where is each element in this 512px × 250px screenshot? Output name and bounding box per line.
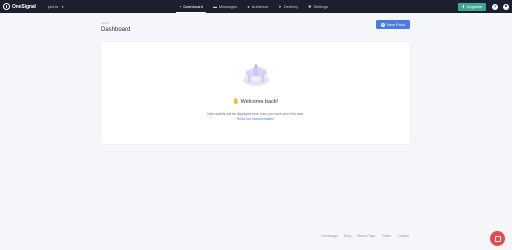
- nav-item-label: Delivery: [283, 4, 299, 9]
- waving-hand-icon: ✋: [232, 99, 240, 105]
- help-icon[interactable]: ?: [492, 3, 498, 10]
- account-icon[interactable]: [503, 3, 509, 10]
- new-push-label: New Push: [386, 22, 406, 27]
- app-name: pixi.io: [47, 4, 59, 9]
- topbar-tools: ⬆ Upgrade ?: [457, 0, 509, 13]
- nav-item-messages[interactable]: ▬ Messages: [210, 0, 240, 13]
- empty-state-note: User activity will be displayed here onc…: [206, 112, 305, 116]
- welcome-illustration: [243, 64, 269, 86]
- send-icon: ➤: [278, 4, 282, 9]
- app-switcher[interactable]: pixi.io ▼: [48, 4, 64, 9]
- users-icon: ●: [247, 4, 250, 9]
- page-title: Dashboard: [101, 27, 131, 33]
- breadcrumb[interactable]: pixi.io: [101, 21, 109, 25]
- nav-item-delivery[interactable]: ➤ Delivery: [275, 0, 301, 13]
- onesignal-logo[interactable]: OneSignal: [3, 3, 36, 10]
- brand-name: OneSignal: [12, 3, 36, 10]
- footer-link-status-page[interactable]: Status Page: [357, 234, 375, 238]
- footer-link-homepage[interactable]: Homepage: [321, 234, 338, 238]
- nav-item-label: Dashboard: [183, 3, 203, 9]
- dashboard-icon: ◔: [179, 3, 182, 9]
- main-nav: ◔ Dashboard ▬ Messages ● Audience ➤ Deli…: [176, 0, 335, 13]
- chat-launcher-button[interactable]: [490, 231, 505, 246]
- upgrade-button[interactable]: ⬆ Upgrade: [457, 2, 486, 11]
- nav-item-audience[interactable]: ● Audience: [244, 0, 271, 13]
- plus-icon: +: [380, 21, 385, 27]
- dashboard-card: ✋Welcome back! User activity will be dis…: [101, 42, 410, 144]
- top-navigation-bar: OneSignal pixi.io ▼ ◔ Dashboard ▬ Messag…: [0, 0, 512, 13]
- onesignal-logo-icon: [3, 3, 10, 10]
- documentation-link[interactable]: Read our documentation: [101, 117, 410, 121]
- nav-item-label: Audience: [251, 4, 269, 9]
- upgrade-label: Upgrade: [466, 4, 482, 9]
- footer-link-twitter[interactable]: Twitter: [381, 234, 391, 238]
- footer-link-contact[interactable]: Contact: [397, 234, 409, 238]
- upgrade-icon: ⬆: [461, 4, 466, 9]
- welcome-heading: ✋Welcome back!: [101, 99, 410, 105]
- nav-item-label: Settings: [313, 4, 328, 9]
- nav-item-dashboard[interactable]: ◔ Dashboard: [176, 0, 206, 13]
- chat-icon: [494, 235, 501, 242]
- nav-item-settings[interactable]: ✱ Settings: [305, 0, 331, 13]
- welcome-text: Welcome back!: [240, 99, 279, 105]
- footer-link-blog[interactable]: Blog: [344, 234, 351, 238]
- new-push-button[interactable]: + New Push: [376, 20, 410, 29]
- footer-links: Homepage Blog Status Page Twitter Contac…: [315, 234, 409, 238]
- chat-icon: ▬: [213, 4, 217, 9]
- gear-icon: ✱: [308, 4, 312, 9]
- nav-item-label: Messages: [219, 4, 238, 9]
- chevron-down-icon: ▼: [61, 4, 65, 9]
